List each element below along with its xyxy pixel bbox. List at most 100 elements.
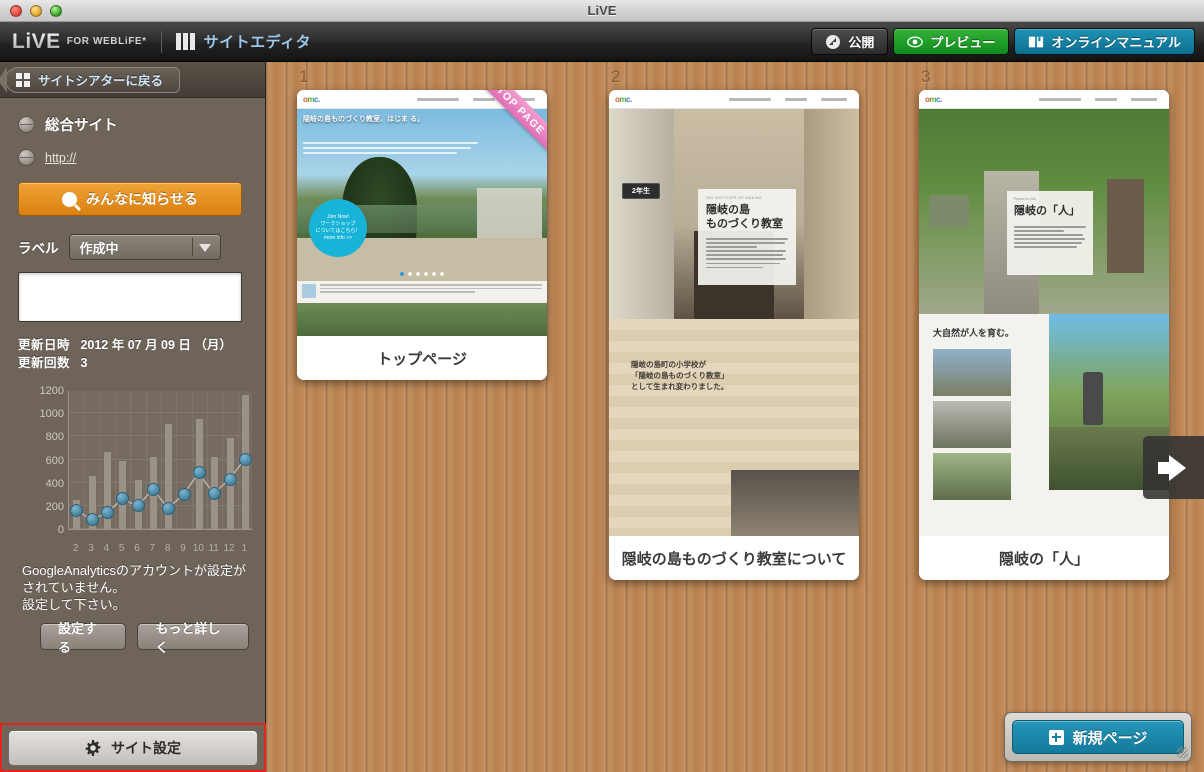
brand-live-text: LiVE	[12, 29, 61, 53]
select-divider	[191, 238, 193, 256]
page-canvas: 1 TOP PAGE omc. 隠岐の島ものづくり教室、はじま る。 Join …	[266, 62, 1204, 772]
page-3-caption: 隠岐の「人」	[919, 536, 1169, 580]
chart-x-tick: 3	[88, 543, 94, 554]
page-1-bottom-image	[297, 303, 547, 336]
chevron-down-icon	[198, 244, 211, 252]
page-card-1-shell[interactable]: TOP PAGE omc. 隠岐の島ものづくり教室、はじま る。 Join No…	[297, 90, 547, 380]
site-settings-button[interactable]: サイト設定	[8, 729, 258, 766]
join-badge-line1: Join Now!	[327, 214, 349, 220]
new-page-label: 新規ページ	[1072, 729, 1148, 747]
site-editor-label: サイトエディタ	[203, 34, 312, 51]
chart-x-tick: 11	[208, 543, 219, 554]
update-count-key: 更新回数	[18, 356, 71, 370]
chart-x-tick: 1	[241, 543, 248, 554]
chart-x-tick: 6	[134, 543, 140, 554]
resize-grip[interactable]	[1177, 747, 1188, 758]
chart-x-tick: 2	[72, 543, 79, 554]
page-number-3: 3	[921, 67, 931, 86]
chart-gridline-v	[191, 391, 193, 529]
page-1-thumbnail: omc. 隠岐の島ものづくり教室、はじま る。 Join Now! ワークショッ…	[297, 90, 547, 336]
page-3-title-panel: Person in Oki 隠岐の「人」	[1007, 191, 1093, 275]
label-select[interactable]: 作成中	[68, 234, 221, 260]
chart-gridline-v	[207, 391, 208, 529]
page-2-panel-title-1: 隠岐の島	[706, 204, 750, 216]
chart-data-point	[100, 505, 114, 519]
chart-x-tick: 8	[164, 543, 171, 554]
updated-row: 更新日時 2012 年 07 月 09 日 （月）	[18, 336, 249, 354]
chart-gridline-v	[130, 391, 132, 529]
join-badge-line2: ワークショップ	[320, 221, 356, 227]
site-url-row: http://	[18, 149, 249, 166]
join-badge-line3: についてはこちら！	[315, 228, 361, 234]
ga-more-info-button[interactable]: もっと詳しく	[137, 621, 249, 655]
chart-y-tick: 1000	[39, 408, 64, 421]
chart-gridline-v	[99, 391, 101, 529]
page-2-site-header: omc.	[609, 90, 859, 109]
ga-more-label: もっと詳しく	[155, 620, 221, 655]
publish-label: 公開	[848, 35, 875, 50]
page-3-panel-body-lines	[1014, 226, 1086, 248]
memo-textarea[interactable]	[18, 272, 242, 322]
label-caption: ラベル	[18, 241, 59, 256]
site-info-row: 総合サイト	[18, 114, 249, 135]
chart-gridline-v	[84, 391, 86, 529]
sidebar-header: サイトシアターに戻る	[0, 62, 265, 98]
page-2-lower-section: 隠岐の島町の小学校が 「隠岐の島ものづくり教室」 として生まれ変わりました。	[609, 319, 859, 536]
updated-key: 更新日時	[18, 338, 71, 352]
page-card-3-shell[interactable]: omc. Person in Oki 隠岐の「人」 大自然が人を育む。 隠岐の「…	[919, 90, 1169, 580]
preview-label: プレビュー	[930, 35, 996, 50]
os-title-bar: LiVE	[0, 0, 1204, 22]
page-2-title-panel: OKI INSTITUTE OF MAKING 隠岐の島 ものづくり教室	[698, 189, 796, 285]
ga-setup-button[interactable]: 設定する	[40, 621, 127, 655]
page-3-panel-eyebrow: Person in Oki	[1014, 197, 1036, 201]
page-1-hero-title: 隠岐の島ものづくり教室、はじま る。	[303, 116, 424, 123]
page-3-hero-image: Person in Oki 隠岐の「人」	[919, 109, 1169, 314]
page-3-thumbnail-strip	[933, 349, 1047, 500]
site-url-link[interactable]: http://	[45, 151, 76, 165]
omc-logo-icon: omc.	[615, 94, 632, 104]
preview-button[interactable]: プレビュー	[893, 28, 1010, 55]
page-2-panel-eyebrow: OKI INSTITUTE OF MAKING	[706, 196, 763, 200]
online-manual-button[interactable]: オンラインマニュアル	[1014, 28, 1195, 55]
new-page-button[interactable]: 新規ページ	[1012, 720, 1184, 754]
ga-notice-line-3: 設定して下さい。	[22, 597, 126, 612]
chart-gridline-v	[176, 391, 178, 529]
next-page-button[interactable]	[1143, 436, 1204, 499]
page-1-hero-text-lines	[303, 142, 478, 157]
arrow-right-icon-stem	[1158, 461, 1171, 474]
online-manual-label: オンラインマニュアル	[1051, 35, 1181, 50]
grid-icon	[16, 72, 30, 87]
google-analytics-actions: 設定する もっと詳しく	[40, 621, 249, 655]
ga-notice-line-2: されていません。	[22, 580, 126, 595]
toolbar-actions: 公開 プレビュー オンラインマニュアル	[811, 28, 1195, 55]
page-3-site-header: omc.	[919, 90, 1169, 109]
google-analytics-notice: GoogleAnalyticsのアカウントが設定が されていません。 設定して下…	[22, 562, 252, 613]
analytics-chart: 0 200 400 600 800 1000 1200 2 3 4 5 6 7 8 9 10 11 12 1	[22, 385, 252, 554]
page-number-2: 2	[611, 67, 621, 86]
page-card-3[interactable]: 3 omc. Person in Oki 隠岐の「人」 大自然が人を育む。 隠岐…	[919, 67, 1169, 580]
page-2-panel-body-lines	[706, 238, 788, 269]
ga-setup-label: 設定する	[58, 620, 98, 655]
publish-button[interactable]: 公開	[811, 28, 889, 55]
chart-data-point	[238, 453, 252, 466]
page-card-2[interactable]: 2 omc. 2年生 OKI INSTITUTE OF MAKING 隠岐の島 …	[609, 67, 859, 580]
back-button-label: サイトシアターに戻る	[38, 74, 164, 88]
site-meta: 更新日時 2012 年 07 月 09 日 （月） 更新回数 3	[18, 336, 249, 372]
chart-y-tick: 600	[45, 454, 64, 467]
brand-sub-text: FOR WEBLiFE*	[66, 36, 147, 47]
chart-y-tick: 200	[45, 500, 64, 513]
page-card-1[interactable]: 1 TOP PAGE omc. 隠岐の島ものづくり教室、はじま る。 Join …	[297, 67, 547, 380]
page-2-lower-title-2: 「隠岐の島ものづくり教室」	[631, 371, 729, 380]
back-to-site-theater-button[interactable]: サイトシアターに戻る	[5, 66, 181, 93]
notify-everyone-button[interactable]: みんなに知らせる	[18, 182, 242, 216]
label-select-value: 作成中	[79, 240, 119, 256]
page-number-1: 1	[299, 67, 309, 86]
window-title: LiVE	[587, 3, 617, 18]
page-card-2-shell[interactable]: omc. 2年生 OKI INSTITUTE OF MAKING 隠岐の島 もの…	[609, 90, 859, 580]
ga-notice-line-1: GoogleAnalyticsのアカウントが設定が	[22, 563, 246, 578]
page-3-thumbnail: omc. Person in Oki 隠岐の「人」 大自然が人を育む。	[919, 90, 1169, 536]
chart-x-tick: 12	[223, 543, 235, 554]
page-1-hero-image: 隠岐の島ものづくり教室、はじま る。 Join Now! ワークショップ につい…	[297, 109, 547, 281]
page-1-slider-dots	[400, 272, 444, 276]
page-2-lower-title-1: 隠岐の島町の小学校が	[631, 360, 706, 369]
